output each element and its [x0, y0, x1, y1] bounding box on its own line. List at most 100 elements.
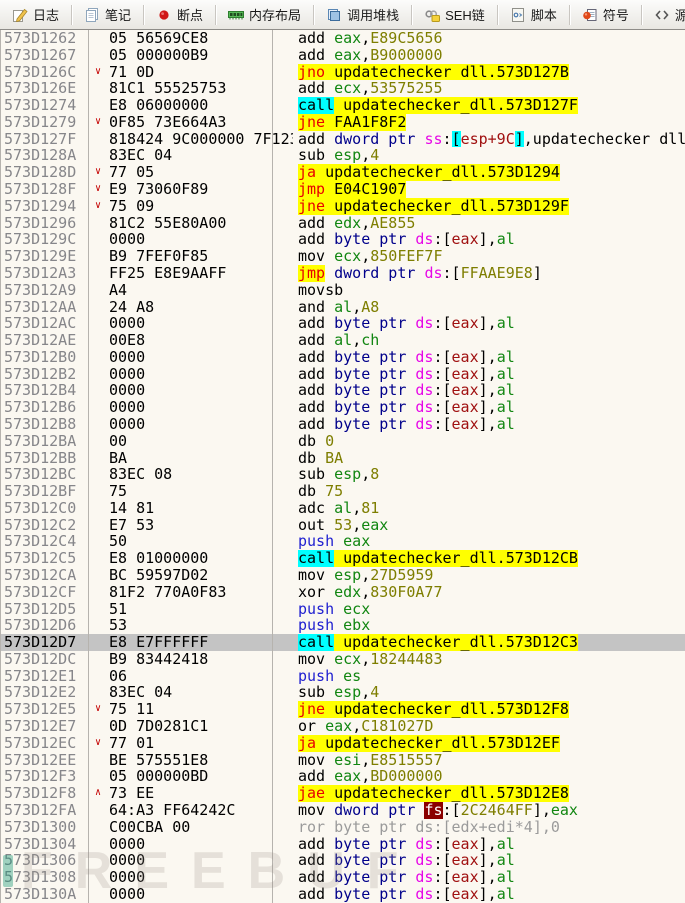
- instruction-token: [: [443, 836, 452, 853]
- disasm-row[interactable]: 573D12E106push es: [0, 668, 685, 685]
- column-separator-bytes-disasm[interactable]: [272, 30, 273, 903]
- disasm-row[interactable]: 573D12C450push eax: [0, 533, 685, 550]
- address-cell: 573D12C5: [0, 550, 92, 567]
- address-cell: 573D127F: [0, 131, 92, 148]
- disasm-row[interactable]: 573D12B60000add byte ptr ds:[eax],al: [0, 399, 685, 416]
- bytes-text: 75 11: [109, 701, 154, 718]
- disasm-row[interactable]: 573D1279∨0F85 73E664A3jne FAA1F8F2: [0, 114, 685, 131]
- instruction-token: esp: [334, 567, 361, 584]
- instruction-token: byte ptr: [334, 231, 415, 248]
- disasm-row[interactable]: 573D126205 56569CE8add eax,E89C5656: [0, 30, 685, 47]
- instruction-token: jne: [298, 701, 325, 718]
- column-separator-address-bytes[interactable]: [88, 30, 89, 903]
- disasm-row[interactable]: 573D126E81C1 55525753add ecx,53575255: [0, 80, 685, 97]
- disasm-row[interactable]: 573D12FA64:A3 FF64242Cmov dword ptr fs:[…: [0, 802, 685, 819]
- disasm-row[interactable]: 573D12DCB9 83442418mov ecx,18244483: [0, 651, 685, 668]
- instruction-token: :: [433, 416, 442, 433]
- tab-source[interactable]: 源代码: [642, 0, 685, 29]
- instruction-token: ds: [415, 869, 433, 886]
- disasm-row[interactable]: 573D129681C2 55E80A00add edx,AE855: [0, 215, 685, 232]
- disasm-row[interactable]: 573D12E283EC 04sub esp,4: [0, 684, 685, 701]
- disasm-row[interactable]: 573D126705 000000B9add eax,B9000000: [0, 47, 685, 64]
- disasm-row[interactable]: 573D12B80000add byte ptr ds:[eax],al: [0, 416, 685, 433]
- jump-down-arrow-icon: ∨: [95, 701, 101, 718]
- instruction-token: FAA1F8F2: [325, 114, 406, 131]
- tab-notes[interactable]: 笔记: [72, 0, 143, 29]
- disasm-row[interactable]: 573D12E70D 7D0281C1or eax,C181027D: [0, 718, 685, 735]
- disasm-row[interactable]: 573D128D∨77 05ja updatechecker_dll.573D1…: [0, 164, 685, 181]
- disasm-row[interactable]: 573D130A0000add byte ptr ds:[eax],al: [0, 886, 685, 903]
- instruction-token: C181027D: [361, 718, 433, 735]
- disasm-row[interactable]: 573D129EB9 7FEF0F85mov ecx,850FEF7F: [0, 248, 685, 265]
- disasm-row[interactable]: 573D12A3FF25 E8E9AAFFjmp dword ptr ds:[F…: [0, 265, 685, 282]
- disasm-row[interactable]: 573D12A9A4movsb: [0, 282, 685, 299]
- tab-breakpoints[interactable]: 断点: [144, 0, 215, 29]
- disasm-row[interactable]: 573D12AE00E8add al,ch: [0, 332, 685, 349]
- disasm-row[interactable]: 573D12F8∧73 EEjae updatechecker_dll.573D…: [0, 785, 685, 802]
- disasm-row[interactable]: 573D129C0000add byte ptr ds:[eax],al: [0, 231, 685, 248]
- disasm-row[interactable]: 573D13080000add byte ptr ds:[eax],al: [0, 869, 685, 886]
- tab-script[interactable]: 脚本: [498, 0, 569, 29]
- bytes-text: 83EC 08: [109, 466, 172, 483]
- disasm-row[interactable]: 573D127F818424 9C000000 7F123D57add dwor…: [0, 131, 685, 148]
- disasm-row[interactable]: 573D12F305 000000BDadd eax,BD000000: [0, 768, 685, 785]
- tab-symbols[interactable]: 符号: [570, 0, 641, 29]
- address-cell: 573D1306: [0, 852, 92, 869]
- disasm-row[interactable]: 573D12AC0000add byte ptr ds:[eax],al: [0, 315, 685, 332]
- disasm-row[interactable]: 573D12BBBAdb BA: [0, 450, 685, 467]
- instruction-token: [: [443, 869, 452, 886]
- disasm-row[interactable]: 573D12B40000add byte ptr ds:[eax],al: [0, 382, 685, 399]
- disasm-row[interactable]: 573D13060000add byte ptr ds:[eax],al: [0, 852, 685, 869]
- instruction-cell: db 75: [293, 483, 685, 500]
- disasm-row[interactable]: 573D12D653push ebx: [0, 617, 685, 634]
- instruction-token: ja: [298, 164, 316, 181]
- tab-log[interactable]: 日志: [0, 0, 71, 29]
- instruction-cell: add byte ptr ds:[eax],al: [293, 399, 685, 416]
- disasm-row[interactable]: 573D12D7E8 E7FFFFFFcall updatechecker_dl…: [0, 634, 685, 651]
- bytes-text: 81F2 770A0F83: [109, 584, 226, 601]
- disasm-row[interactable]: 573D12B00000add byte ptr ds:[eax],al: [0, 349, 685, 366]
- instruction-token: ,: [488, 836, 497, 853]
- instruction-cell: and al,A8: [293, 299, 685, 316]
- disasm-row[interactable]: 573D12CABC 59597D02mov esp,27D5959: [0, 567, 685, 584]
- instruction-token: dword ptr: [334, 131, 424, 148]
- disasm-row[interactable]: 573D12CF81F2 770A0F83xor edx,830F0A77: [0, 584, 685, 601]
- tab-call-stack[interactable]: 调用堆栈: [314, 0, 411, 29]
- tab-seh-chain[interactable]: SEH链: [412, 0, 497, 29]
- disasm-row[interactable]: 573D126C∨71 0Djno updatechecker_dll.573D…: [0, 64, 685, 81]
- disasm-row[interactable]: 573D12BA00db 0: [0, 433, 685, 450]
- disasm-row[interactable]: 573D12C2E7 53out 53,eax: [0, 517, 685, 534]
- instruction-token: al: [497, 886, 515, 903]
- tab-label: 调用堆栈: [347, 5, 399, 24]
- instruction-token: eax: [361, 517, 388, 534]
- disasm-row[interactable]: 573D12B20000add byte ptr ds:[eax],al: [0, 366, 685, 383]
- instruction-cell: sub esp,8: [293, 466, 685, 483]
- disasm-row[interactable]: 573D1294∨75 09jne updatechecker_dll.573D…: [0, 198, 685, 215]
- disasm-row[interactable]: 573D12C5E8 01000000call updatechecker_dl…: [0, 550, 685, 567]
- address-cell: 573D12DC: [0, 651, 92, 668]
- address-cell: 573D130A: [0, 886, 92, 903]
- instruction-token: ch: [361, 332, 379, 349]
- disasm-row[interactable]: 573D12E5∨75 11jne updatechecker_dll.573D…: [0, 701, 685, 718]
- disasm-row[interactable]: 573D128A83EC 04sub esp,4: [0, 147, 685, 164]
- disasm-row[interactable]: 573D1274E8 06000000call updatechecker_dl…: [0, 97, 685, 114]
- tab-memory-map[interactable]: 内存布局: [216, 0, 313, 29]
- disasm-row[interactable]: 573D12AA24 A8and al,A8: [0, 299, 685, 316]
- disasm-row[interactable]: 573D12BC83EC 08sub esp,8: [0, 466, 685, 483]
- instruction-token: al: [497, 231, 515, 248]
- instruction-token: ,: [488, 869, 497, 886]
- disasm-row[interactable]: 573D128F∨E9 73060F89jmp E04C1907: [0, 181, 685, 198]
- instruction-token: ds: [415, 231, 433, 248]
- instruction-cell: ja updatechecker_dll.573D1294: [293, 164, 685, 181]
- disasm-row[interactable]: 573D1300C00CBA 00ror byte ptr ds:[edx+ed…: [0, 819, 685, 836]
- disasm-row[interactable]: 573D12BF75db 75: [0, 483, 685, 500]
- bytes-cell: 0D 7D0281C1: [92, 718, 293, 735]
- disasm-row[interactable]: 573D12EC∨77 01ja updatechecker_dll.573D1…: [0, 735, 685, 752]
- disasm-row[interactable]: 573D12D551push ecx: [0, 601, 685, 618]
- disasm-row[interactable]: 573D12EEBE 575551E8mov esi,E8515557: [0, 752, 685, 769]
- address-cell: 573D12B6: [0, 399, 92, 416]
- disasm-row[interactable]: 573D12C014 81adc al,81: [0, 500, 685, 517]
- disasm-row[interactable]: 573D13040000add byte ptr ds:[eax],al: [0, 836, 685, 853]
- instruction-token: xor: [298, 584, 334, 601]
- bytes-text: 73 EE: [109, 785, 154, 802]
